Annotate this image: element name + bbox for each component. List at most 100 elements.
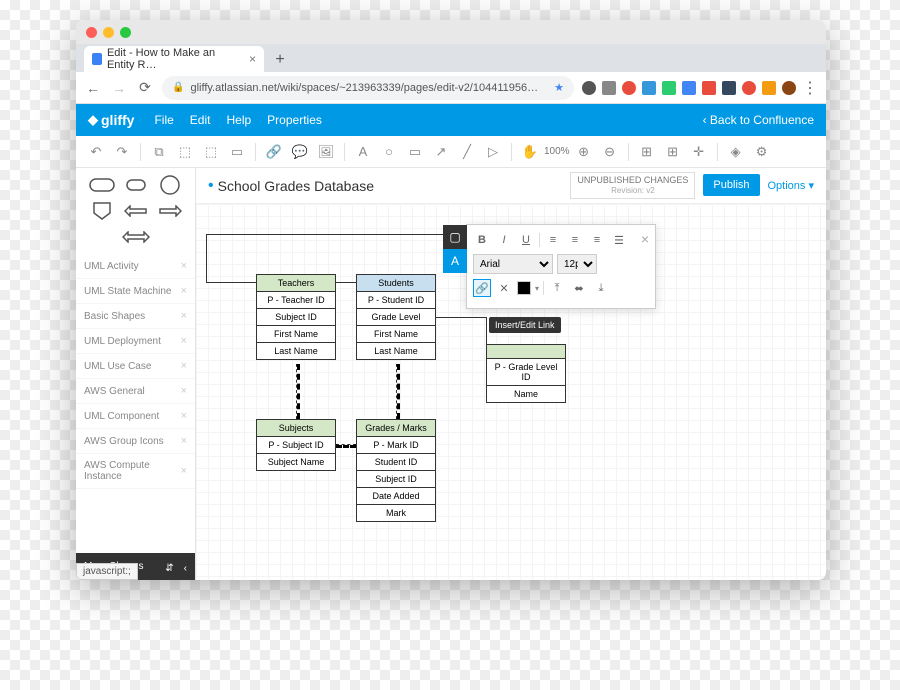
ext-icon[interactable] xyxy=(722,81,736,95)
entity-teachers[interactable]: Teachers P - Teacher ID Subject ID First… xyxy=(256,274,336,360)
category-item[interactable]: UML Component× xyxy=(76,404,195,429)
connector[interactable] xyxy=(336,282,356,283)
ext-icon[interactable] xyxy=(742,81,756,95)
forward-button[interactable]: → xyxy=(110,80,128,96)
ext-icon[interactable] xyxy=(582,81,596,95)
menu-help[interactable]: Help xyxy=(226,113,251,127)
underline-button[interactable]: U xyxy=(517,231,535,249)
new-tab-button[interactable]: + xyxy=(268,48,292,72)
entity-subjects[interactable]: Subjects P - Subject ID Subject Name xyxy=(256,419,336,471)
close-icon[interactable]: × xyxy=(181,310,187,322)
zoom-in-button[interactable]: ⊕ xyxy=(572,140,596,164)
entity-students[interactable]: Students P - Student ID Grade Level Firs… xyxy=(356,274,436,360)
comment-button[interactable]: 💬 xyxy=(288,140,312,164)
menu-edit[interactable]: Edit xyxy=(190,113,211,127)
menu-icon[interactable]: ⋮ xyxy=(802,78,818,98)
gliffy-logo[interactable]: ◆ gliffy xyxy=(88,112,134,128)
category-item[interactable]: UML State Machine× xyxy=(76,279,195,304)
ext-icon[interactable] xyxy=(762,81,776,95)
zoom-out-button[interactable]: ⊖ xyxy=(598,140,622,164)
close-window-button[interactable] xyxy=(86,27,97,38)
category-item[interactable]: UML Use Case× xyxy=(76,354,195,379)
redo-button[interactable]: ↷ xyxy=(110,140,134,164)
menu-properties[interactable]: Properties xyxy=(267,113,322,127)
snap-button[interactable]: ⊞ xyxy=(661,140,685,164)
ext-icon[interactable] xyxy=(702,81,716,95)
connector-tool[interactable]: ↗ xyxy=(429,140,453,164)
close-icon[interactable]: × xyxy=(181,260,187,272)
close-tab-icon[interactable]: × xyxy=(249,52,256,66)
align-center-button[interactable]: ≡ xyxy=(566,231,584,249)
shape-arrow-double[interactable] xyxy=(121,226,151,248)
close-icon[interactable]: × xyxy=(181,360,187,372)
font-size-select[interactable]: 12px xyxy=(557,254,597,274)
publish-button[interactable]: Publish xyxy=(703,174,759,196)
guides-button[interactable]: ✛ xyxy=(687,140,711,164)
ext-icon[interactable] xyxy=(782,81,796,95)
layers-button[interactable]: ◈ xyxy=(724,140,748,164)
connector[interactable] xyxy=(436,317,486,318)
shape-pill[interactable] xyxy=(121,174,151,196)
connector[interactable] xyxy=(206,282,256,283)
copy-button[interactable]: ⧉ xyxy=(147,140,171,164)
format-tab-text[interactable]: A xyxy=(443,249,467,273)
category-item[interactable]: AWS General× xyxy=(76,379,195,404)
connector[interactable] xyxy=(206,234,207,282)
ext-icon[interactable] xyxy=(622,81,636,95)
reload-button[interactable]: ⟳ xyxy=(136,79,154,96)
maximize-window-button[interactable] xyxy=(120,27,131,38)
list-button[interactable]: ☰ xyxy=(610,231,628,249)
link-button[interactable]: 🔗 xyxy=(262,140,286,164)
shape-arrow-left[interactable] xyxy=(121,200,151,222)
category-item[interactable]: UML Activity× xyxy=(76,254,195,279)
align-left-button[interactable]: ≡ xyxy=(544,231,562,249)
line-tool[interactable]: ╱ xyxy=(455,140,479,164)
valign-mid-button[interactable]: ⬌ xyxy=(570,279,588,297)
connector[interactable] xyxy=(396,364,400,419)
text-tool[interactable]: A xyxy=(351,140,375,164)
connector[interactable] xyxy=(486,317,487,345)
align-right-button[interactable]: ≡ xyxy=(588,231,606,249)
close-icon[interactable]: × xyxy=(181,385,187,397)
link-button[interactable]: 🔗 xyxy=(473,279,491,297)
pan-tool[interactable]: ✋ xyxy=(518,140,542,164)
category-item[interactable]: AWS Group Icons× xyxy=(76,429,195,454)
options-dropdown[interactable]: Options ▾ xyxy=(768,179,815,192)
rect-tool[interactable]: ▭ xyxy=(403,140,427,164)
zoom-level[interactable]: 100% xyxy=(544,146,570,157)
entity-grades[interactable]: Grades / Marks P - Mark ID Student ID Su… xyxy=(356,419,436,522)
ext-icon[interactable] xyxy=(662,81,676,95)
browser-tab[interactable]: Edit - How to Make an Entity R… × xyxy=(84,46,264,72)
close-icon[interactable]: × xyxy=(181,465,187,477)
shape-arrow-right[interactable] xyxy=(155,200,185,222)
back-to-confluence-link[interactable]: ‹ Back to Confluence xyxy=(703,113,814,127)
color-swatch[interactable] xyxy=(517,281,531,295)
minimize-window-button[interactable] xyxy=(103,27,114,38)
close-icon[interactable]: × xyxy=(181,410,187,422)
url-input[interactable]: 🔒 gliffy.atlassian.net/wiki/spaces/~2139… xyxy=(162,76,574,100)
close-icon[interactable]: × xyxy=(181,285,187,297)
shape-circle[interactable] xyxy=(155,174,185,196)
close-panel-icon[interactable]: × xyxy=(641,231,649,247)
ellipse-tool[interactable]: ○ xyxy=(377,140,401,164)
close-icon[interactable]: × xyxy=(181,335,187,347)
grid-button[interactable]: ⊞ xyxy=(635,140,659,164)
bold-button[interactable]: B xyxy=(473,231,491,249)
back-button[interactable]: ← xyxy=(84,80,102,96)
valign-bottom-button[interactable]: ⤓ xyxy=(592,279,610,297)
category-item[interactable]: UML Deployment× xyxy=(76,329,195,354)
italic-button[interactable]: I xyxy=(495,231,513,249)
category-item[interactable]: Basic Shapes× xyxy=(76,304,195,329)
document-title[interactable]: School Grades Database xyxy=(218,178,374,194)
shape-rounded-rect[interactable] xyxy=(87,174,117,196)
image-button[interactable]: 🖼 xyxy=(314,140,338,164)
entity-gradelevel[interactable]: P - Grade Level ID Name xyxy=(486,344,566,403)
menu-file[interactable]: File xyxy=(154,113,173,127)
bring-front-button[interactable]: ▭ xyxy=(225,140,249,164)
ext-icon[interactable] xyxy=(682,81,696,95)
undo-button[interactable]: ↶ xyxy=(84,140,108,164)
ext-icon[interactable] xyxy=(642,81,656,95)
valign-top-button[interactable]: ⤒ xyxy=(548,279,566,297)
arrow-tool[interactable]: ▷ xyxy=(481,140,505,164)
shape-pentagon[interactable] xyxy=(87,200,117,222)
